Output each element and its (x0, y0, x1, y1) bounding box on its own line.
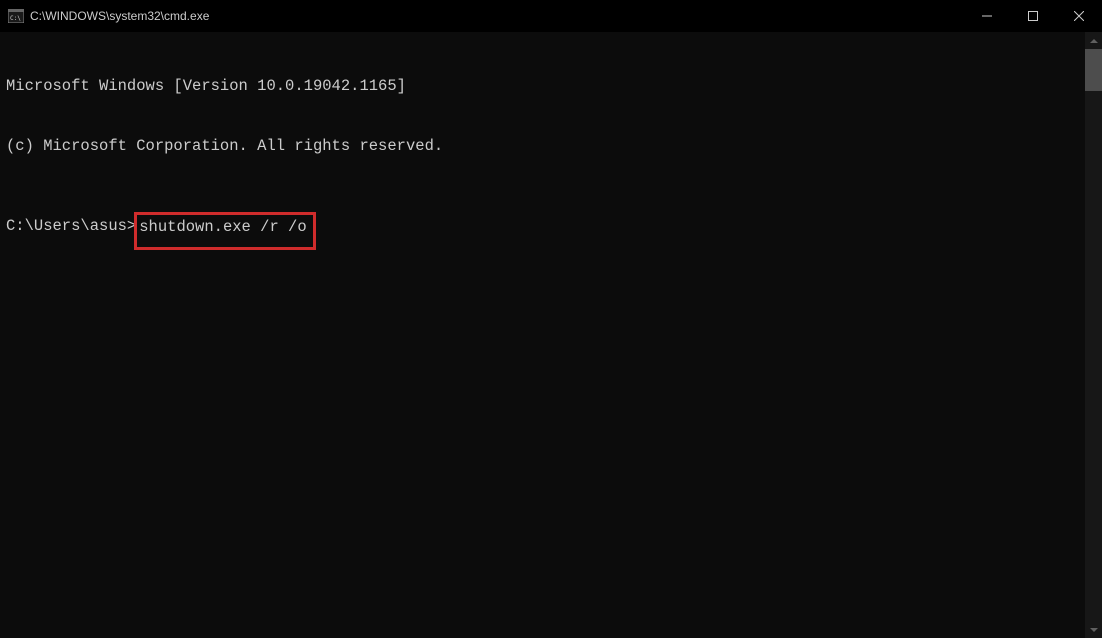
terminal-prompt-line: C:\Users\asus>shutdown.exe /r /o (6, 216, 1096, 250)
window-title: C:\WINDOWS\system32\cmd.exe (30, 9, 209, 23)
titlebar-left: C:\ C:\WINDOWS\system32\cmd.exe (8, 9, 209, 23)
scroll-down-arrow-icon[interactable] (1085, 621, 1102, 638)
minimize-button[interactable] (964, 0, 1010, 32)
terminal-command: shutdown.exe /r /o (139, 218, 306, 236)
close-button[interactable] (1056, 0, 1102, 32)
vertical-scrollbar[interactable] (1085, 32, 1102, 638)
command-highlight: shutdown.exe /r /o (134, 212, 315, 250)
terminal-prompt: C:\Users\asus> (6, 216, 136, 250)
svg-text:C:\: C:\ (10, 15, 21, 22)
cmd-icon: C:\ (8, 9, 24, 23)
terminal-content: Microsoft Windows [Version 10.0.19042.11… (0, 32, 1102, 294)
maximize-button[interactable] (1010, 0, 1056, 32)
terminal-area[interactable]: Microsoft Windows [Version 10.0.19042.11… (0, 32, 1102, 638)
window-titlebar: C:\ C:\WINDOWS\system32\cmd.exe (0, 0, 1102, 32)
scrollbar-thumb[interactable] (1085, 49, 1102, 91)
window-controls (964, 0, 1102, 32)
terminal-output-line: Microsoft Windows [Version 10.0.19042.11… (6, 76, 1096, 96)
terminal-output-line: (c) Microsoft Corporation. All rights re… (6, 136, 1096, 156)
scroll-up-arrow-icon[interactable] (1085, 32, 1102, 49)
